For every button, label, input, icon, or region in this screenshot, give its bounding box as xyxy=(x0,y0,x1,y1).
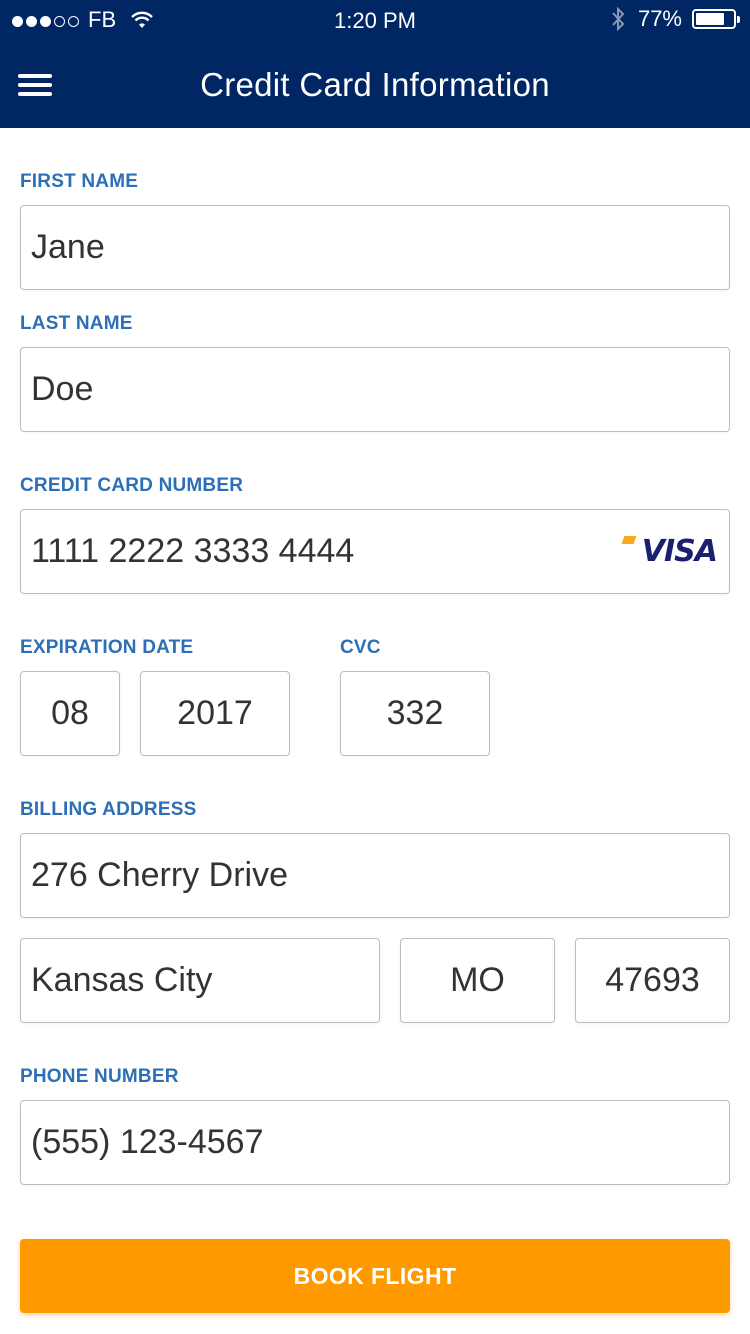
expiration-month-field[interactable]: 08 xyxy=(20,671,120,756)
bluetooth-icon xyxy=(612,6,625,32)
card-number-value: 1111 2222 3333 4444 xyxy=(31,532,355,570)
nav-bar: Credit Card Information xyxy=(0,44,750,128)
battery-icon xyxy=(692,9,740,29)
cvc-field[interactable]: 332 xyxy=(340,671,490,756)
last-name-label: LAST NAME xyxy=(20,313,133,334)
expiration-year-value: 2017 xyxy=(177,694,253,732)
expiration-label: EXPIRATION DATE xyxy=(20,637,194,658)
status-bar: FB 1:20 PM 77% xyxy=(0,0,750,40)
state-field[interactable]: MO xyxy=(400,938,555,1023)
visa-logo-icon: VISA xyxy=(641,534,718,569)
zip-field[interactable]: 47693 xyxy=(575,938,730,1023)
street-field[interactable]: 276 Cherry Drive xyxy=(20,833,730,918)
book-flight-button[interactable]: BOOK FLIGHT xyxy=(20,1239,730,1313)
battery-percent: 77% xyxy=(637,6,682,31)
page-title: Credit Card Information xyxy=(200,66,550,103)
city-field[interactable]: Kansas City xyxy=(20,938,380,1023)
first-name-field[interactable]: Jane xyxy=(20,205,730,290)
expiration-month-value: 08 xyxy=(51,694,89,732)
expiration-year-field[interactable]: 2017 xyxy=(140,671,290,756)
state-value: MO xyxy=(450,961,505,999)
phone-label: PHONE NUMBER xyxy=(20,1066,179,1087)
card-number-label: CREDIT CARD NUMBER xyxy=(20,475,244,496)
card-number-field[interactable]: 1111 2222 3333 4444 VISA xyxy=(20,509,730,594)
zip-value: 47693 xyxy=(605,961,700,999)
first-name-value: Jane xyxy=(31,228,105,266)
phone-field[interactable]: (555) 123-4567 xyxy=(20,1100,730,1185)
city-value: Kansas City xyxy=(31,961,213,999)
last-name-value: Doe xyxy=(31,370,94,408)
street-value: 276 Cherry Drive xyxy=(31,856,288,894)
visa-accent-mark xyxy=(621,536,637,544)
first-name-label: FIRST NAME xyxy=(20,171,139,192)
status-right: 77% xyxy=(610,6,740,32)
last-name-field[interactable]: Doe xyxy=(20,347,730,432)
cvc-label: CVC xyxy=(340,637,381,658)
billing-address-label: BILLING ADDRESS xyxy=(20,799,197,820)
cvc-value: 332 xyxy=(386,694,444,732)
app-header: FB 1:20 PM 77% Credit Card Information xyxy=(0,0,750,128)
phone-value: (555) 123-4567 xyxy=(31,1123,264,1161)
